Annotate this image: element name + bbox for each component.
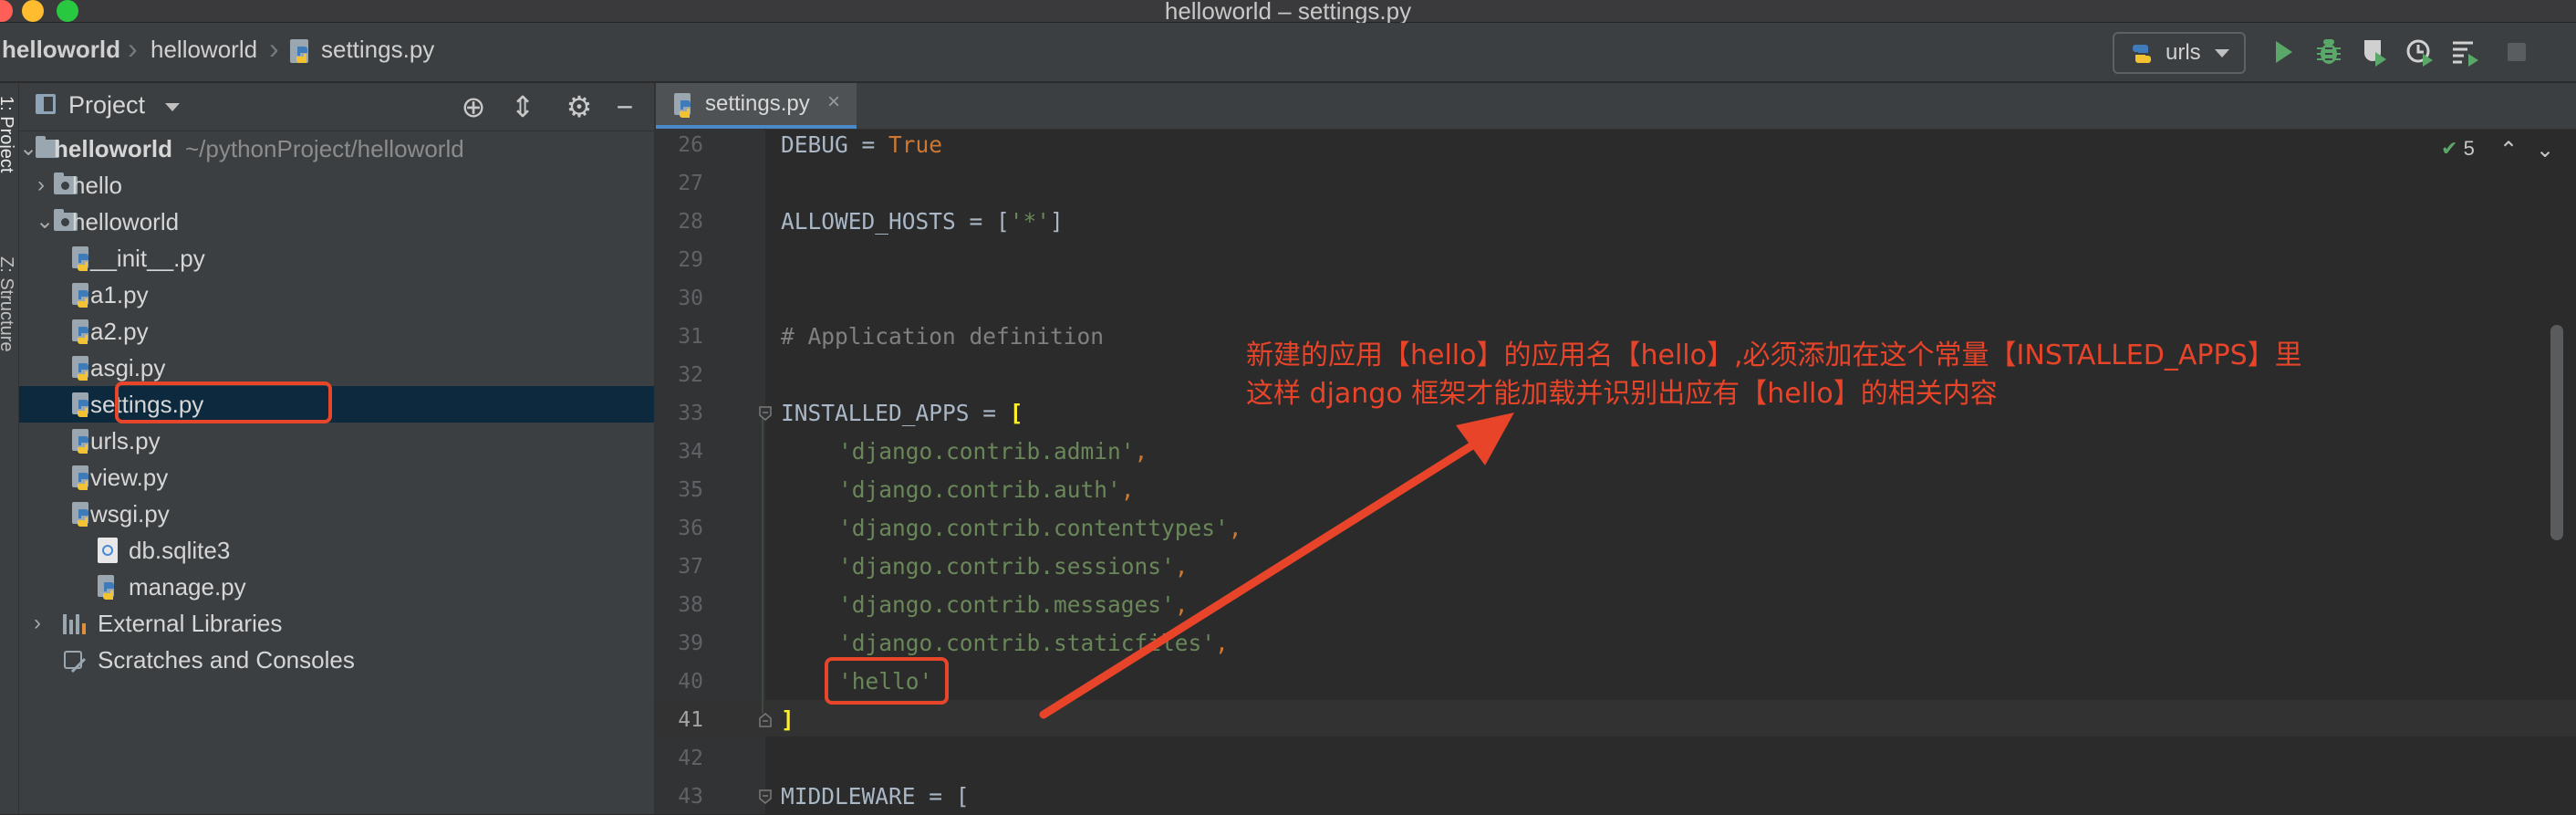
annotation-arrow <box>1039 413 1514 719</box>
annotation-arrow-head <box>1456 413 1514 465</box>
annotation-arrow-shaft <box>1039 432 1491 719</box>
